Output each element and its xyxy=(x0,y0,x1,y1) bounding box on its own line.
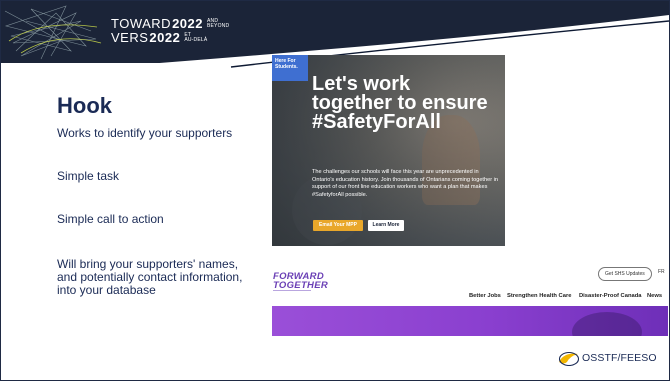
bullet-call-to-action: Simple call to action xyxy=(57,212,164,226)
here-for-students-badge: Here For Students. xyxy=(272,55,308,81)
slide: TOWARD 2022 AND BEYOND VERS 2022 ET AU-D… xyxy=(0,0,670,381)
bullet-identify-supporters: Works to identify your supporters xyxy=(57,126,233,140)
banner-body-text: The challenges our schools will face thi… xyxy=(312,169,498,198)
forward-together-website: FORWARD TOGETHER Get SHS Updates FR Bett… xyxy=(272,259,668,336)
email-mpp-button[interactable]: Email Your MPP xyxy=(313,220,363,231)
bullet-simple-task: Simple task xyxy=(57,169,120,183)
bullet-database: Will bring your supporters' names, and p… xyxy=(57,257,243,297)
nav-news[interactable]: News xyxy=(647,293,662,299)
nav-better-jobs[interactable]: Better Jobs xyxy=(469,293,501,299)
safety-for-all-banner: Here For Students. Let's work together t… xyxy=(272,55,505,246)
hero-shadow-shape xyxy=(572,312,642,336)
osstf-logo-text: OSSTF/FEESO xyxy=(582,352,657,364)
language-toggle-link[interactable]: FR xyxy=(658,269,665,275)
osstf-logo: OSSTF/FEESO xyxy=(558,350,657,366)
nav-strengthen-health-care[interactable]: Strengthen Health Care xyxy=(507,293,571,299)
forward-together-logo: FORWARD TOGETHER xyxy=(273,272,328,291)
learn-more-button[interactable]: Learn More xyxy=(368,220,404,231)
get-updates-button[interactable]: Get SHS Updates xyxy=(598,267,652,281)
nav-disaster-proof-canada[interactable]: Disaster-Proof Canada xyxy=(579,293,642,299)
brand-underline xyxy=(273,290,311,291)
slide-title: Hook xyxy=(57,93,112,118)
banner-headline: Let's work together to ensure #SafetyFor… xyxy=(312,73,488,133)
osstf-bird-icon xyxy=(558,351,580,366)
website-hero-band xyxy=(272,306,668,336)
